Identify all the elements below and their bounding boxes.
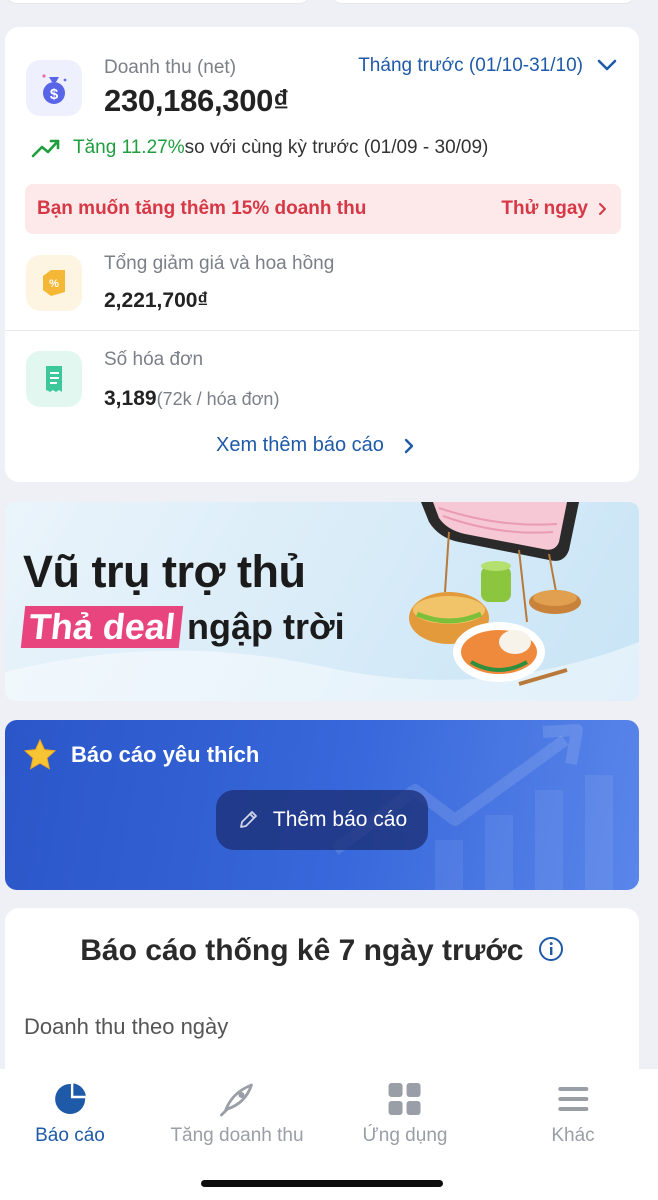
period-selector[interactable]: Tháng trước (01/10-31/10) xyxy=(358,55,617,77)
favorite-reports-card: Báo cáo yêu thích Thêm báo cáo xyxy=(5,720,639,890)
revenue-card: $ Doanh thu (net) 230,186,300₫ Tháng trư… xyxy=(5,27,639,482)
stats-title: Báo cáo thống kê 7 ngày trước xyxy=(80,934,524,967)
nav-label-increase-revenue: Tăng doanh thu xyxy=(170,1125,304,1146)
grid-apps-icon xyxy=(389,1083,421,1115)
promo-image-banner[interactable]: Vũ trụ trợ thủ Thả deal ngập trời xyxy=(5,502,639,701)
view-more-reports-link[interactable]: Xem thêm báo cáo xyxy=(216,434,414,457)
nav-label-apps: Ứng dụng xyxy=(362,1125,448,1146)
promo-banner[interactable]: Bạn muốn tăng thêm 15% doanh thu Thử nga… xyxy=(25,184,621,234)
nav-label-reports: Báo cáo xyxy=(35,1125,105,1146)
nav-tab-more[interactable]: Khác xyxy=(551,1079,595,1147)
stats-title-row: Báo cáo thống kê 7 ngày trước xyxy=(5,934,639,968)
divider xyxy=(5,330,639,331)
nav-tab-increase-revenue[interactable]: Tăng doanh thu xyxy=(170,1079,304,1147)
top-card-stub-left xyxy=(5,0,311,4)
phone-with-food-illustration xyxy=(409,502,581,686)
pie-chart-icon xyxy=(54,1080,89,1114)
growth-value: Tăng 11.27% xyxy=(73,137,185,158)
banner-subtitle-rest: ngập trời xyxy=(187,606,345,647)
banner-title: Vũ trụ trợ thủ xyxy=(23,546,306,597)
invoice-label: Số hóa đơn xyxy=(104,349,204,370)
invoice-average: (72k / hóa đơn) xyxy=(156,388,280,409)
nav-tab-reports[interactable]: Báo cáo xyxy=(35,1079,105,1147)
info-icon[interactable] xyxy=(538,936,564,962)
nav-tab-apps[interactable]: Ứng dụng xyxy=(362,1079,448,1147)
discount-label: Tổng giảm giá và hoa hồng xyxy=(104,253,335,274)
rocket-icon xyxy=(219,1083,253,1117)
receipt-icon xyxy=(26,351,82,407)
add-report-label: Thêm báo cáo xyxy=(272,808,408,831)
chevron-right-icon xyxy=(404,438,414,453)
svg-text:$: $ xyxy=(50,86,59,103)
home-indicator[interactable] xyxy=(201,1180,443,1187)
top-card-stub-right xyxy=(330,0,636,4)
invoice-row: 3,189 (72k / hóa đơn) xyxy=(104,387,279,411)
money-bag-icon: $ xyxy=(26,60,82,116)
favorite-reports-title: Báo cáo yêu thích xyxy=(71,742,260,767)
svg-text:%: % xyxy=(49,278,59,290)
add-report-button[interactable]: Thêm báo cáo xyxy=(216,790,428,850)
revenue-label: Doanh thu (net) xyxy=(104,57,237,78)
star-icon xyxy=(23,738,57,770)
promo-text: Bạn muốn tăng thêm 15% doanh thu xyxy=(37,198,367,219)
growth-comparison: so với cùng kỳ trước (01/09 - 30/09) xyxy=(184,137,489,158)
nav-label-more: Khác xyxy=(551,1125,595,1146)
hamburger-menu-icon xyxy=(558,1087,588,1111)
growth-row: Tăng 11.27% so với cùng kỳ trước (01/09 … xyxy=(31,137,488,159)
trend-up-icon xyxy=(31,139,60,158)
try-now-label: Thử ngay xyxy=(501,198,588,219)
try-now-button[interactable]: Thử ngay xyxy=(501,198,607,220)
view-more-label: Xem thêm báo cáo xyxy=(216,434,384,456)
discount-tag-icon: % xyxy=(26,255,82,311)
stats-subtitle: Doanh thu theo ngày xyxy=(24,1014,229,1039)
banner-subtitle: Thả deal ngập trời xyxy=(20,606,345,648)
banner-deal-tag: Thả deal xyxy=(20,606,184,648)
discount-value: 2,221,700₫ xyxy=(104,289,209,312)
pencil-icon xyxy=(239,811,257,828)
period-label: Tháng trước (01/10-31/10) xyxy=(358,55,583,76)
invoice-value: 3,189 xyxy=(104,387,157,410)
revenue-value: 230,186,300₫ xyxy=(104,83,289,118)
chevron-down-icon xyxy=(597,59,617,71)
chevron-right-icon xyxy=(599,203,606,215)
